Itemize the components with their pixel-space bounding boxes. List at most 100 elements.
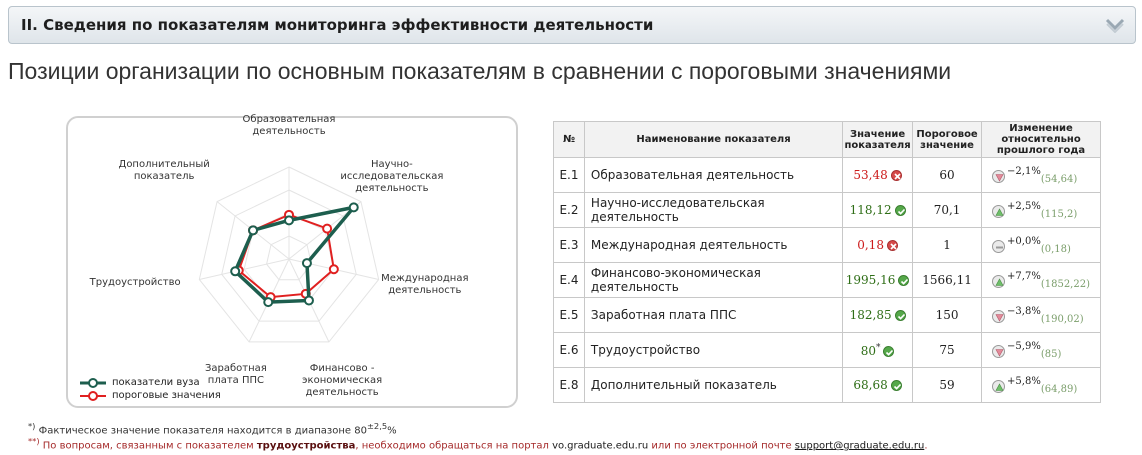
- legend-item-threshold: пороговые значения: [80, 389, 221, 402]
- row-code: E.3: [553, 227, 585, 263]
- radar-axis-label: Научно-исследовательская деятельность: [340, 159, 444, 195]
- legend-threshold-swatch: [80, 390, 106, 401]
- row-value: 80: [860, 343, 876, 358]
- row-value-cell: 1995,16: [842, 262, 914, 298]
- row-change: +5,8%: [1007, 375, 1041, 387]
- university-series-point: [303, 295, 314, 306]
- table-header-row: № Наименование показателя Значение показа…: [553, 121, 1101, 158]
- table-row: E.6 Трудоустройство 80* 75 −5,9%(85): [553, 332, 1101, 368]
- kpi-table: № Наименование показателя Значение показа…: [553, 121, 1101, 403]
- table-row: E.1 Образовательная деятельность 53,48 60 −2…: [553, 157, 1101, 193]
- row-value-cell: 0,18: [842, 227, 914, 263]
- trend-down-icon: [992, 309, 1006, 323]
- chevron-down-icon[interactable]: [1105, 17, 1125, 33]
- row-threshold: 60: [912, 157, 983, 193]
- row-value: 182,85: [849, 308, 892, 322]
- table-row: E.8 Дополнительный показатель 68,68 59 +5,8%…: [553, 367, 1101, 403]
- row-change: +7,7%: [1007, 270, 1041, 282]
- row-change-cell: +5,8%(64,89): [981, 367, 1101, 403]
- row-threshold: 70,1: [912, 192, 983, 228]
- row-threshold: 75: [912, 332, 983, 368]
- row-change-cell: −3,8%(190,02): [981, 297, 1101, 333]
- trend-up-icon: [992, 204, 1006, 218]
- col-header-change: Изменение относительно прошлого года: [981, 121, 1101, 158]
- radar-legend: показатели вуза пороговые значения: [80, 376, 221, 402]
- status-ok-icon: [894, 310, 906, 321]
- table-row: E.2 Научно-исследовательская деятельность…: [553, 192, 1101, 228]
- row-code: E.6: [553, 332, 585, 368]
- status-fail-icon: [886, 240, 898, 251]
- radar-chart-panel: Образовательная деятельность Научно-исслед…: [66, 114, 518, 408]
- threshold-series-point: [322, 223, 333, 234]
- row-threshold: 150: [912, 297, 983, 333]
- trend-down-icon: [992, 169, 1006, 183]
- row-name: Трудоустройство: [583, 332, 844, 368]
- legend-series-swatch: [80, 377, 106, 388]
- row-value: 53,48: [853, 168, 888, 182]
- row-name: Дополнительный показатель: [583, 367, 844, 403]
- row-name: Международная деятельность: [583, 227, 844, 263]
- row-change: +0,0%: [1007, 235, 1041, 247]
- status-ok-icon: [883, 345, 895, 357]
- university-series-point: [230, 266, 241, 277]
- footnote-range: *) Фактическое значение показателя наход…: [28, 421, 397, 437]
- threshold-series-point: [328, 264, 339, 275]
- row-name: Образовательная деятельность: [583, 157, 844, 193]
- row-change-cell: +7,7%(1852,22): [981, 262, 1101, 298]
- row-prev-value: (54,64): [1040, 173, 1078, 185]
- table-row: E.4 Финансово-экономическая деятельность 1…: [553, 262, 1101, 298]
- portal-link[interactable]: vo.graduate.edu.ru: [552, 440, 648, 451]
- row-value: 1995,16: [845, 273, 896, 287]
- row-code: E.2: [553, 192, 585, 228]
- section-header[interactable]: II. Сведения по показателям мониторинга …: [8, 6, 1136, 44]
- legend-threshold-label: пороговые значения: [112, 390, 221, 401]
- col-header-name: Наименование показателя: [583, 121, 844, 158]
- row-change: −3,8%: [1007, 305, 1041, 317]
- row-name: Научно-исследовательская деятельность: [583, 192, 844, 228]
- row-code: E.1: [553, 157, 585, 193]
- row-prev-value: (1852,22): [1040, 278, 1090, 290]
- row-value-cell: 68,68: [842, 367, 914, 403]
- row-value-cell: 80*: [842, 332, 914, 368]
- row-change-cell: +0,0%(0,18): [981, 227, 1101, 263]
- university-series-point: [248, 225, 259, 236]
- row-value: 0,18: [857, 238, 884, 252]
- footnote-contact: **) По вопросам, связанным с показателем…: [28, 436, 928, 452]
- university-series-point: [284, 215, 294, 226]
- university-series-point: [301, 258, 312, 269]
- radar-axis-line: [199, 258, 290, 280]
- row-name: Финансово-экономическая деятельность: [583, 262, 844, 298]
- row-change-cell: −5,9%(85): [981, 332, 1101, 368]
- table-row: E.5 Заработная плата ППС 182,85 150 −3,8%(19…: [553, 297, 1101, 333]
- row-change-cell: +2,5%(115,2): [981, 192, 1101, 228]
- row-value-cell: 53,48: [842, 157, 914, 193]
- row-prev-value: (64,89): [1040, 383, 1078, 395]
- support-email-link[interactable]: support@graduate.edu.ru: [795, 440, 925, 451]
- row-code: E.8: [553, 367, 585, 403]
- trend-flat-icon: [992, 239, 1006, 253]
- row-change: −5,9%: [1007, 340, 1041, 352]
- radar-axis-label: Финансово - экономическая деятельность: [302, 362, 383, 398]
- trend-up-icon: [992, 379, 1006, 393]
- status-ok-icon: [890, 380, 902, 391]
- row-value: 118,12: [849, 203, 892, 217]
- row-change-cell: −2,1%(54,64): [981, 157, 1101, 193]
- row-value-mark: *: [875, 342, 881, 353]
- trend-down-icon: [992, 344, 1006, 358]
- legend-series-label: показатели вуза: [112, 377, 200, 388]
- row-code: E.4: [553, 262, 585, 298]
- trend-up-icon: [992, 274, 1006, 288]
- row-prev-value: (0,18): [1040, 243, 1071, 255]
- row-prev-value: (115,2): [1040, 208, 1078, 220]
- row-code: E.5: [553, 297, 585, 333]
- row-change: −2,1%: [1007, 165, 1041, 177]
- row-threshold: 1566,11: [912, 262, 983, 298]
- radar-axis-label: Дополнительный показатель: [118, 159, 210, 183]
- radar-axis-label: Трудоустройство: [89, 277, 181, 289]
- col-header-threshold: Пороговое значение: [912, 121, 983, 158]
- radar-axis-label: Образовательная деятельность: [242, 114, 336, 138]
- row-threshold: 59: [912, 367, 983, 403]
- legend-item-series: показатели вуза: [80, 376, 221, 389]
- table-row: E.3 Международная деятельность 0,18 1 +0,0%(…: [553, 227, 1101, 263]
- row-prev-value: (190,02): [1040, 313, 1084, 325]
